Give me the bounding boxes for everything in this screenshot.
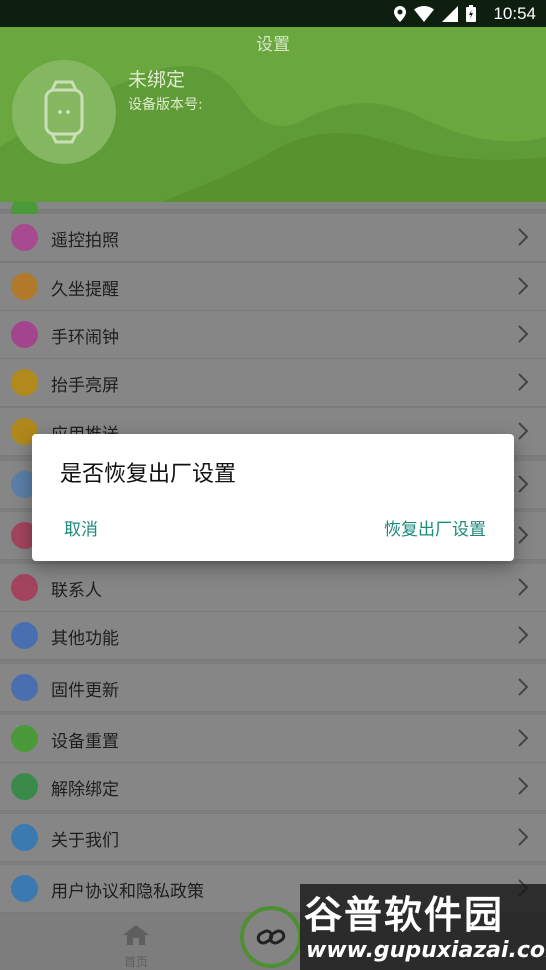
watermark: 谷普软件园 www.gupuxiazai.com xyxy=(300,884,546,970)
cancel-button[interactable]: 取消 xyxy=(64,515,98,540)
location-icon xyxy=(394,5,406,22)
status-icons xyxy=(394,5,476,22)
confirm-reset-button[interactable]: 恢复出厂设置 xyxy=(384,515,486,540)
wifi-icon xyxy=(414,5,434,22)
status-bar: 10:54 xyxy=(0,0,546,27)
battery-icon xyxy=(466,5,476,22)
signal-icon xyxy=(442,5,458,22)
factory-reset-dialog: 是否恢复出厂设置 取消 恢复出厂设置 xyxy=(32,434,514,561)
status-time: 10:54 xyxy=(493,4,536,23)
watermark-title: 谷普软件园 xyxy=(304,893,505,937)
watermark-url: www.gupuxiazai.com xyxy=(306,938,546,963)
dialog-title: 是否恢复出厂设置 xyxy=(60,462,237,487)
